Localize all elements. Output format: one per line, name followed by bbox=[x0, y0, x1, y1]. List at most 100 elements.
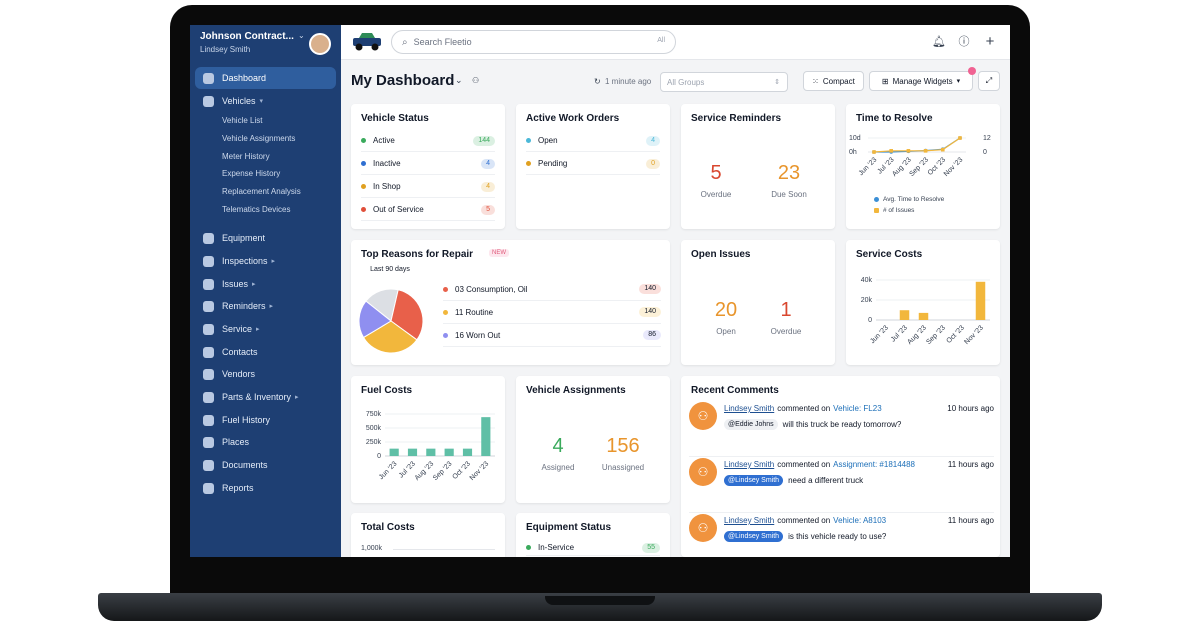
sidebar-item-issues[interactable]: Issues ▸ bbox=[195, 273, 336, 295]
x-tick-label: Aug '23 bbox=[906, 324, 928, 346]
sidebar-item-fuel-history[interactable]: Fuel History bbox=[195, 409, 336, 431]
sidebar-item-inspections[interactable]: Inspections ▸ bbox=[195, 250, 336, 272]
status-dot bbox=[526, 160, 531, 166]
sidebar: Johnson Contract... ⌄ Lindsey Smith Dash… bbox=[190, 25, 341, 557]
sidebar-item-contacts[interactable]: Contacts bbox=[195, 341, 336, 363]
comment-author-link[interactable]: Lindsey Smith bbox=[724, 516, 774, 525]
status-row[interactable]: Inactive 4 bbox=[361, 152, 495, 175]
status-dot bbox=[361, 160, 366, 166]
total-costs-card: Total Costs 1,000k bbox=[351, 513, 505, 557]
overdue-issues-count[interactable]: 1 bbox=[766, 299, 806, 322]
sidebar-item-service[interactable]: Service ▸ bbox=[195, 318, 336, 340]
sidebar-item-label: Vehicles bbox=[222, 96, 256, 106]
sidebar-item-reports[interactable]: Reports bbox=[195, 477, 336, 499]
refresh-icon[interactable]: ↻ bbox=[594, 77, 601, 86]
card-title: Service Costs bbox=[856, 249, 923, 260]
user-icon[interactable]: ⚇ bbox=[472, 76, 479, 85]
status-row[interactable]: Out of Service 5 bbox=[361, 198, 495, 221]
groups-select[interactable]: All Groups ⇕ bbox=[660, 72, 788, 92]
sidebar-item-vehicles[interactable]: Vehicles ▾ bbox=[195, 90, 336, 112]
sidebar-subitem-vehicle-assignments[interactable]: Vehicle Assignments bbox=[222, 134, 295, 143]
recent-comments-card: Recent Comments ⚇ Lindsey Smith commented … bbox=[681, 376, 1000, 557]
comment-target-link[interactable]: Assignment: #1814488 bbox=[833, 460, 915, 469]
sidebar-item-reminders[interactable]: Reminders ▸ bbox=[195, 295, 336, 317]
fleetio-logo[interactable] bbox=[351, 31, 383, 53]
status-row[interactable]: Open 4 bbox=[526, 129, 660, 152]
sidebar-subitem-vehicle-list[interactable]: Vehicle List bbox=[222, 116, 262, 125]
alarm-icon bbox=[203, 300, 214, 312]
x-tick-label: Sep '23 bbox=[925, 324, 947, 346]
x-tick-label: Jun '23 bbox=[858, 156, 879, 177]
count-badge: 140 bbox=[639, 284, 661, 294]
reason-row[interactable]: 16 Worn Out 86 bbox=[443, 324, 661, 347]
due-soon-count[interactable]: 23 bbox=[769, 162, 809, 185]
fullscreen-button[interactable]: ⤢ bbox=[978, 71, 1000, 91]
y-tick-label: 10d bbox=[849, 135, 861, 142]
laptop-notch bbox=[545, 596, 655, 605]
chevron-down-icon: ▾ bbox=[259, 98, 264, 105]
mention-tag[interactable]: @Lindsey Smith bbox=[724, 531, 784, 542]
sidebar-subitem-replacement-analysis[interactable]: Replacement Analysis bbox=[222, 187, 301, 196]
account-switcher[interactable]: Johnson Contract... ⌄ Lindsey Smith bbox=[200, 31, 331, 59]
status-label: Out of Service bbox=[373, 204, 424, 214]
sidebar-item-equipment[interactable]: Equipment bbox=[195, 227, 336, 249]
comment-author-link[interactable]: Lindsey Smith bbox=[724, 404, 774, 413]
help-icon[interactable]: ⓘ bbox=[957, 35, 971, 49]
chevron-right-icon: ▸ bbox=[252, 281, 256, 288]
chevron-updown-icon: ⇕ bbox=[774, 79, 780, 86]
top-bar: ⌕ Search Fleetio All 🔔︎ ⓘ + bbox=[341, 25, 1010, 60]
search-input[interactable]: ⌕ Search Fleetio All bbox=[391, 30, 676, 54]
status-label: In-Service bbox=[538, 543, 575, 552]
sidebar-item-dashboard[interactable]: Dashboard bbox=[195, 67, 336, 89]
sidebar-item-documents[interactable]: Documents bbox=[195, 454, 336, 476]
app-screen: Johnson Contract... ⌄ Lindsey Smith Dash… bbox=[190, 25, 1010, 557]
manage-widgets-button[interactable]: ⊞ Manage Widgets ▾ bbox=[869, 71, 973, 91]
reason-label: 03 Consumption, Oil bbox=[455, 284, 528, 294]
bell-icon[interactable]: 🔔︎ bbox=[932, 35, 946, 49]
add-icon[interactable]: + bbox=[983, 34, 997, 49]
pie-period-label: Last 90 days bbox=[370, 266, 410, 273]
sidebar-item-vendors[interactable]: Vendors bbox=[195, 363, 336, 385]
comment-target-link[interactable]: Vehicle: A8103 bbox=[833, 516, 886, 525]
status-row[interactable]: In Shop 4 bbox=[361, 175, 495, 198]
card-title: Vehicle Assignments bbox=[526, 385, 626, 396]
status-row[interactable]: In-Service 55 bbox=[526, 540, 660, 556]
sidebar-item-parts-inventory[interactable]: Parts & Inventory ▸ bbox=[195, 386, 336, 408]
comment-author-link[interactable]: Lindsey Smith bbox=[724, 460, 774, 469]
card-title: Recent Comments bbox=[691, 385, 779, 396]
sidebar-item-label: Contacts bbox=[222, 347, 258, 357]
series-line bbox=[873, 137, 961, 153]
chevron-down-icon[interactable]: ⌄ bbox=[455, 75, 463, 86]
reason-dot bbox=[443, 286, 448, 292]
legend-swatch bbox=[874, 197, 879, 202]
y-tick-label: 0h bbox=[849, 149, 857, 156]
search-scope-select[interactable]: All bbox=[657, 37, 665, 44]
sidebar-item-places[interactable]: Places bbox=[195, 431, 336, 453]
open-issues-count[interactable]: 20 bbox=[706, 299, 746, 322]
sidebar-subitem-expense-history[interactable]: Expense History bbox=[222, 169, 280, 178]
mention-tag[interactable]: @Lindsey Smith bbox=[724, 475, 784, 486]
x-tick-label: Aug '23 bbox=[414, 460, 436, 482]
status-row[interactable]: Active 144 bbox=[361, 129, 495, 152]
sidebar-subitem-meter-history[interactable]: Meter History bbox=[222, 152, 270, 161]
sidebar-subitem-telematics-devices[interactable]: Telematics Devices bbox=[222, 205, 290, 214]
card-title: Fuel Costs bbox=[361, 385, 413, 396]
unassigned-count[interactable]: 156 bbox=[600, 435, 646, 458]
reason-row[interactable]: 11 Routine 140 bbox=[443, 301, 661, 324]
y-tick-label: 750k bbox=[366, 411, 382, 418]
equipment-icon bbox=[203, 232, 214, 244]
overdue-count[interactable]: 5 bbox=[701, 162, 731, 185]
data-point bbox=[872, 150, 876, 154]
status-row[interactable]: Pending 0 bbox=[526, 152, 660, 175]
status-label: Pending bbox=[538, 158, 568, 168]
compact-button[interactable]: ⁙ Compact bbox=[803, 71, 864, 91]
status-dot bbox=[526, 137, 531, 143]
mention-tag[interactable]: @Eddie Johns bbox=[724, 419, 778, 430]
avatar[interactable] bbox=[309, 33, 331, 55]
reason-row[interactable]: 03 Consumption, Oil 140 bbox=[443, 278, 661, 301]
assigned-count[interactable]: 4 bbox=[538, 435, 578, 458]
y-tick-label: 0 bbox=[983, 149, 987, 156]
series-line bbox=[874, 137, 961, 153]
card-title: Active Work Orders bbox=[526, 113, 620, 124]
comment-target-link[interactable]: Vehicle: FL23 bbox=[833, 404, 881, 413]
